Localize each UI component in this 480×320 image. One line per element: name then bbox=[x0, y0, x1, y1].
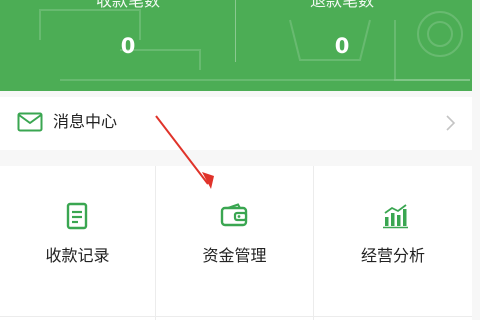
grid-item-label: 资金管理 bbox=[202, 246, 267, 265]
stat-refund-count-label: 退款笔数 bbox=[309, 0, 374, 10]
stats-header: 收款笔数 0 退款笔数 0 bbox=[0, 0, 472, 91]
bar-chart-icon bbox=[383, 204, 408, 229]
message-center-row[interactable]: 消息中心 bbox=[0, 97, 472, 150]
function-grid: 收款记录 资金管理 经营分析 bbox=[0, 166, 472, 320]
annotation-arrow bbox=[155, 115, 214, 189]
grid-row-divider bbox=[0, 316, 472, 317]
envelope-icon bbox=[17, 112, 43, 132]
chevron-right-icon bbox=[446, 115, 456, 131]
grid-item-business-analysis[interactable]: 经营分析 bbox=[314, 166, 472, 320]
stat-payment-count[interactable]: 收款笔数 0 bbox=[10, 0, 246, 91]
stat-refund-count[interactable]: 退款笔数 0 bbox=[224, 0, 460, 91]
stat-refund-count-value: 0 bbox=[334, 34, 350, 58]
grid-item-label: 经营分析 bbox=[360, 246, 425, 265]
stat-payment-count-value: 0 bbox=[120, 34, 136, 58]
receipt-icon bbox=[66, 202, 88, 230]
message-center-label: 消息中心 bbox=[53, 112, 118, 131]
grid-item-payment-records[interactable]: 收款记录 bbox=[0, 166, 155, 320]
right-edge-gutter bbox=[472, 0, 480, 320]
app-page: 收款笔数 0 退款笔数 0 消息中心 收款记录 资金管理 经营分析 bbox=[0, 0, 480, 320]
grid-item-label: 收款记录 bbox=[45, 246, 110, 265]
stat-payment-count-label: 收款笔数 bbox=[95, 0, 160, 10]
wallet-icon bbox=[220, 203, 248, 227]
